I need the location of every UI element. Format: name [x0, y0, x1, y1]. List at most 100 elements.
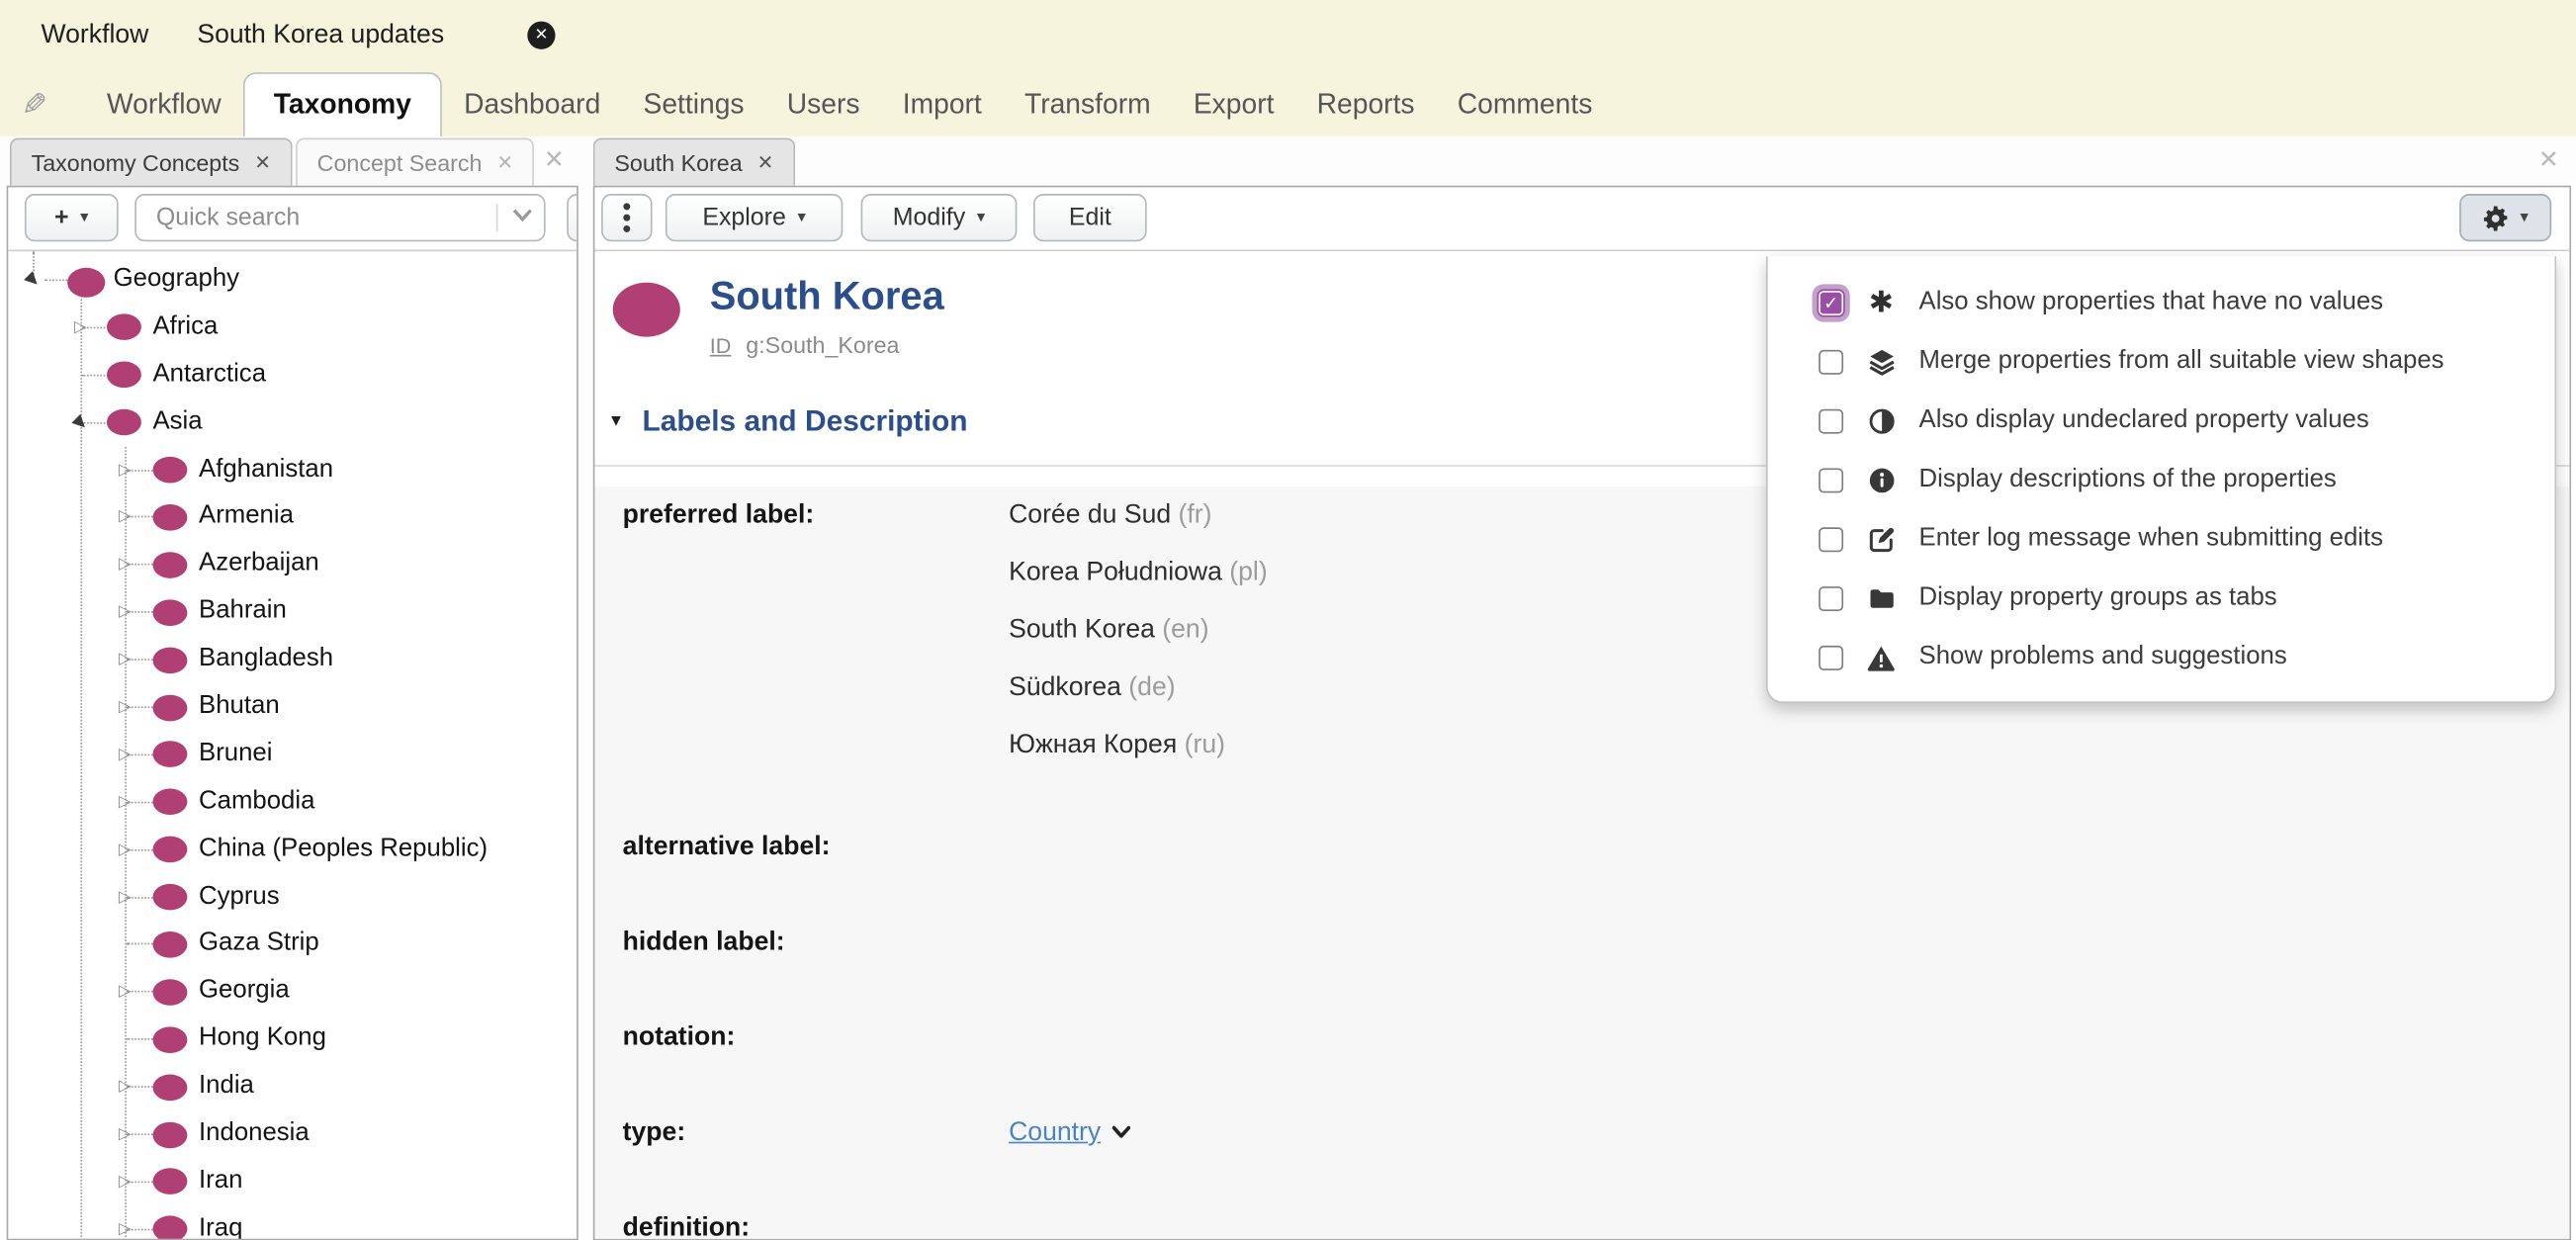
settings-option-row[interactable]: Merge properties from all suitable view …: [1768, 332, 2555, 392]
tree-item[interactable]: India: [8, 1063, 577, 1110]
tree-item[interactable]: Asia: [8, 399, 577, 446]
nav-item-dashboard[interactable]: Dashboard: [443, 75, 622, 134]
tree-expander-icon[interactable]: [114, 968, 136, 1016]
tree-item[interactable]: Armenia: [8, 493, 577, 541]
tree-item[interactable]: Bahrain: [8, 588, 577, 636]
nav-item-users[interactable]: Users: [765, 75, 881, 134]
tree-expander-icon[interactable]: [114, 1063, 136, 1110]
option-checkbox[interactable]: [1819, 407, 1844, 433]
section-labels-description[interactable]: ▼ Labels and Description: [608, 404, 968, 439]
tree-item-label[interactable]: Hong Kong: [199, 1016, 326, 1063]
tree-expander-icon[interactable]: [114, 826, 136, 873]
tree-item-label[interactable]: Georgia: [199, 968, 290, 1016]
close-icon[interactable]: ✕: [254, 151, 271, 174]
tree-item-label[interactable]: Afghanistan: [199, 446, 333, 493]
edit-button[interactable]: Edit: [1033, 194, 1147, 242]
tree-expander-icon[interactable]: [114, 873, 136, 921]
settings-option-row[interactable]: Also display undeclared property values: [1768, 391, 2555, 450]
tree-item[interactable]: Georgia: [8, 968, 577, 1016]
nav-item-import[interactable]: Import: [881, 75, 1003, 134]
tree-expander-icon[interactable]: [114, 1205, 136, 1239]
modify-button[interactable]: Modify ▾: [860, 194, 1018, 242]
settings-option-row[interactable]: Show problems and suggestions: [1768, 628, 2555, 687]
tree-expander-icon[interactable]: [114, 446, 136, 493]
tree-item[interactable]: Geography: [8, 256, 577, 304]
nav-item-comments[interactable]: Comments: [1436, 75, 1614, 134]
tree-expander-icon[interactable]: [114, 683, 136, 731]
left-strip-close-icon[interactable]: ✕: [544, 144, 565, 174]
nav-item-reports[interactable]: Reports: [1295, 75, 1436, 134]
tree-expander-icon[interactable]: [114, 1110, 136, 1158]
tree-item[interactable]: Indonesia: [8, 1110, 577, 1158]
nav-item-transform[interactable]: Transform: [1003, 75, 1172, 134]
main-strip-close-icon[interactable]: ✕: [2538, 144, 2559, 174]
add-concept-button[interactable]: + ▾: [24, 194, 119, 242]
settings-option-row[interactable]: Display descriptions of the properties: [1768, 450, 2555, 509]
tree-expander-icon[interactable]: [114, 636, 136, 683]
tree-item-label[interactable]: Bhutan: [199, 683, 280, 731]
tree-item-label[interactable]: China (Peoples Republic): [199, 826, 488, 873]
tree-item[interactable]: Azerbaijan: [8, 541, 577, 588]
tree-item[interactable]: Afghanistan: [8, 446, 577, 493]
tree-item[interactable]: Cyprus: [8, 873, 577, 921]
option-checkbox[interactable]: [1819, 290, 1844, 315]
option-checkbox[interactable]: [1819, 467, 1844, 492]
tree-item-label[interactable]: Geography: [114, 256, 239, 304]
tree-item-label[interactable]: Iraq: [199, 1205, 242, 1238]
collapse-triangle-icon[interactable]: ▼: [608, 412, 624, 430]
tree-expander-icon[interactable]: [114, 493, 136, 541]
gear-button[interactable]: ▾: [2459, 194, 2552, 242]
tree-item-label[interactable]: Africa: [153, 304, 219, 351]
settings-option-row[interactable]: ✱ Also show properties that have no valu…: [1768, 273, 2555, 332]
tree-item[interactable]: Brunei: [8, 731, 577, 778]
tree-expander-icon[interactable]: [114, 588, 136, 636]
explore-button[interactable]: Explore ▾: [665, 194, 844, 242]
tab-south-korea[interactable]: South Korea ✕: [592, 137, 795, 186]
tree-expander-icon[interactable]: [114, 541, 136, 588]
tab-concept-search[interactable]: Concept Search ✕: [296, 137, 535, 186]
tree-options-button[interactable]: [567, 194, 577, 242]
type-country-link[interactable]: Country: [1009, 1118, 1101, 1146]
option-checkbox[interactable]: [1819, 585, 1844, 611]
settings-option-row[interactable]: Display property groups as tabs: [1768, 569, 2555, 628]
workflow-item-close-icon[interactable]: ✕: [527, 21, 556, 49]
tree-item-label[interactable]: Azerbaijan: [199, 541, 319, 588]
tree-item[interactable]: Iran: [8, 1158, 577, 1205]
tree-item[interactable]: Gaza Strip: [8, 921, 577, 968]
option-checkbox[interactable]: [1819, 349, 1844, 374]
tree-expander-icon[interactable]: [114, 778, 136, 826]
tree-item-label[interactable]: Asia: [153, 399, 203, 446]
tree-item-label[interactable]: Indonesia: [199, 1110, 310, 1158]
tree-expander-icon[interactable]: [69, 399, 92, 446]
tree-item-label[interactable]: India: [199, 1063, 254, 1110]
quick-search-input[interactable]: [134, 194, 546, 242]
tree-item[interactable]: Cambodia: [8, 778, 577, 826]
tree-item-label[interactable]: Antarctica: [153, 351, 267, 399]
tree-item-label[interactable]: Cyprus: [199, 873, 280, 921]
tree-item-label[interactable]: Brunei: [199, 731, 272, 778]
close-icon[interactable]: ✕: [496, 151, 513, 174]
tree-item-label[interactable]: Iran: [199, 1158, 242, 1205]
tree-item-label[interactable]: Armenia: [199, 493, 294, 541]
tree-item[interactable]: Africa: [8, 304, 577, 351]
close-icon[interactable]: ✕: [757, 151, 774, 174]
tree-item-label[interactable]: Bangladesh: [199, 636, 333, 683]
tab-taxonomy-concepts[interactable]: Taxonomy Concepts ✕: [9, 137, 293, 186]
option-checkbox[interactable]: [1819, 526, 1844, 552]
tree-item[interactable]: Bhutan: [8, 683, 577, 731]
tree-expander-icon[interactable]: [114, 731, 136, 778]
nav-item-taxonomy[interactable]: Taxonomy: [242, 71, 443, 141]
tree-item[interactable]: Antarctica: [8, 351, 577, 399]
workflow-item[interactable]: South Korea updates: [197, 22, 444, 51]
nav-item-export[interactable]: Export: [1172, 75, 1295, 134]
tree-item-label[interactable]: Gaza Strip: [199, 921, 319, 968]
tree-expander-icon[interactable]: [69, 304, 92, 351]
nav-item-settings[interactable]: Settings: [622, 75, 765, 134]
tree-expander-icon[interactable]: [114, 1158, 136, 1205]
tree-item-label[interactable]: Cambodia: [199, 778, 314, 826]
tree-item[interactable]: China (Peoples Republic): [8, 826, 577, 873]
tree-expander-icon[interactable]: [22, 256, 44, 304]
kebab-menu-button[interactable]: [601, 194, 653, 242]
chevron-down-icon[interactable]: [1111, 1125, 1131, 1138]
nav-item-workflow[interactable]: Workflow: [85, 75, 242, 134]
